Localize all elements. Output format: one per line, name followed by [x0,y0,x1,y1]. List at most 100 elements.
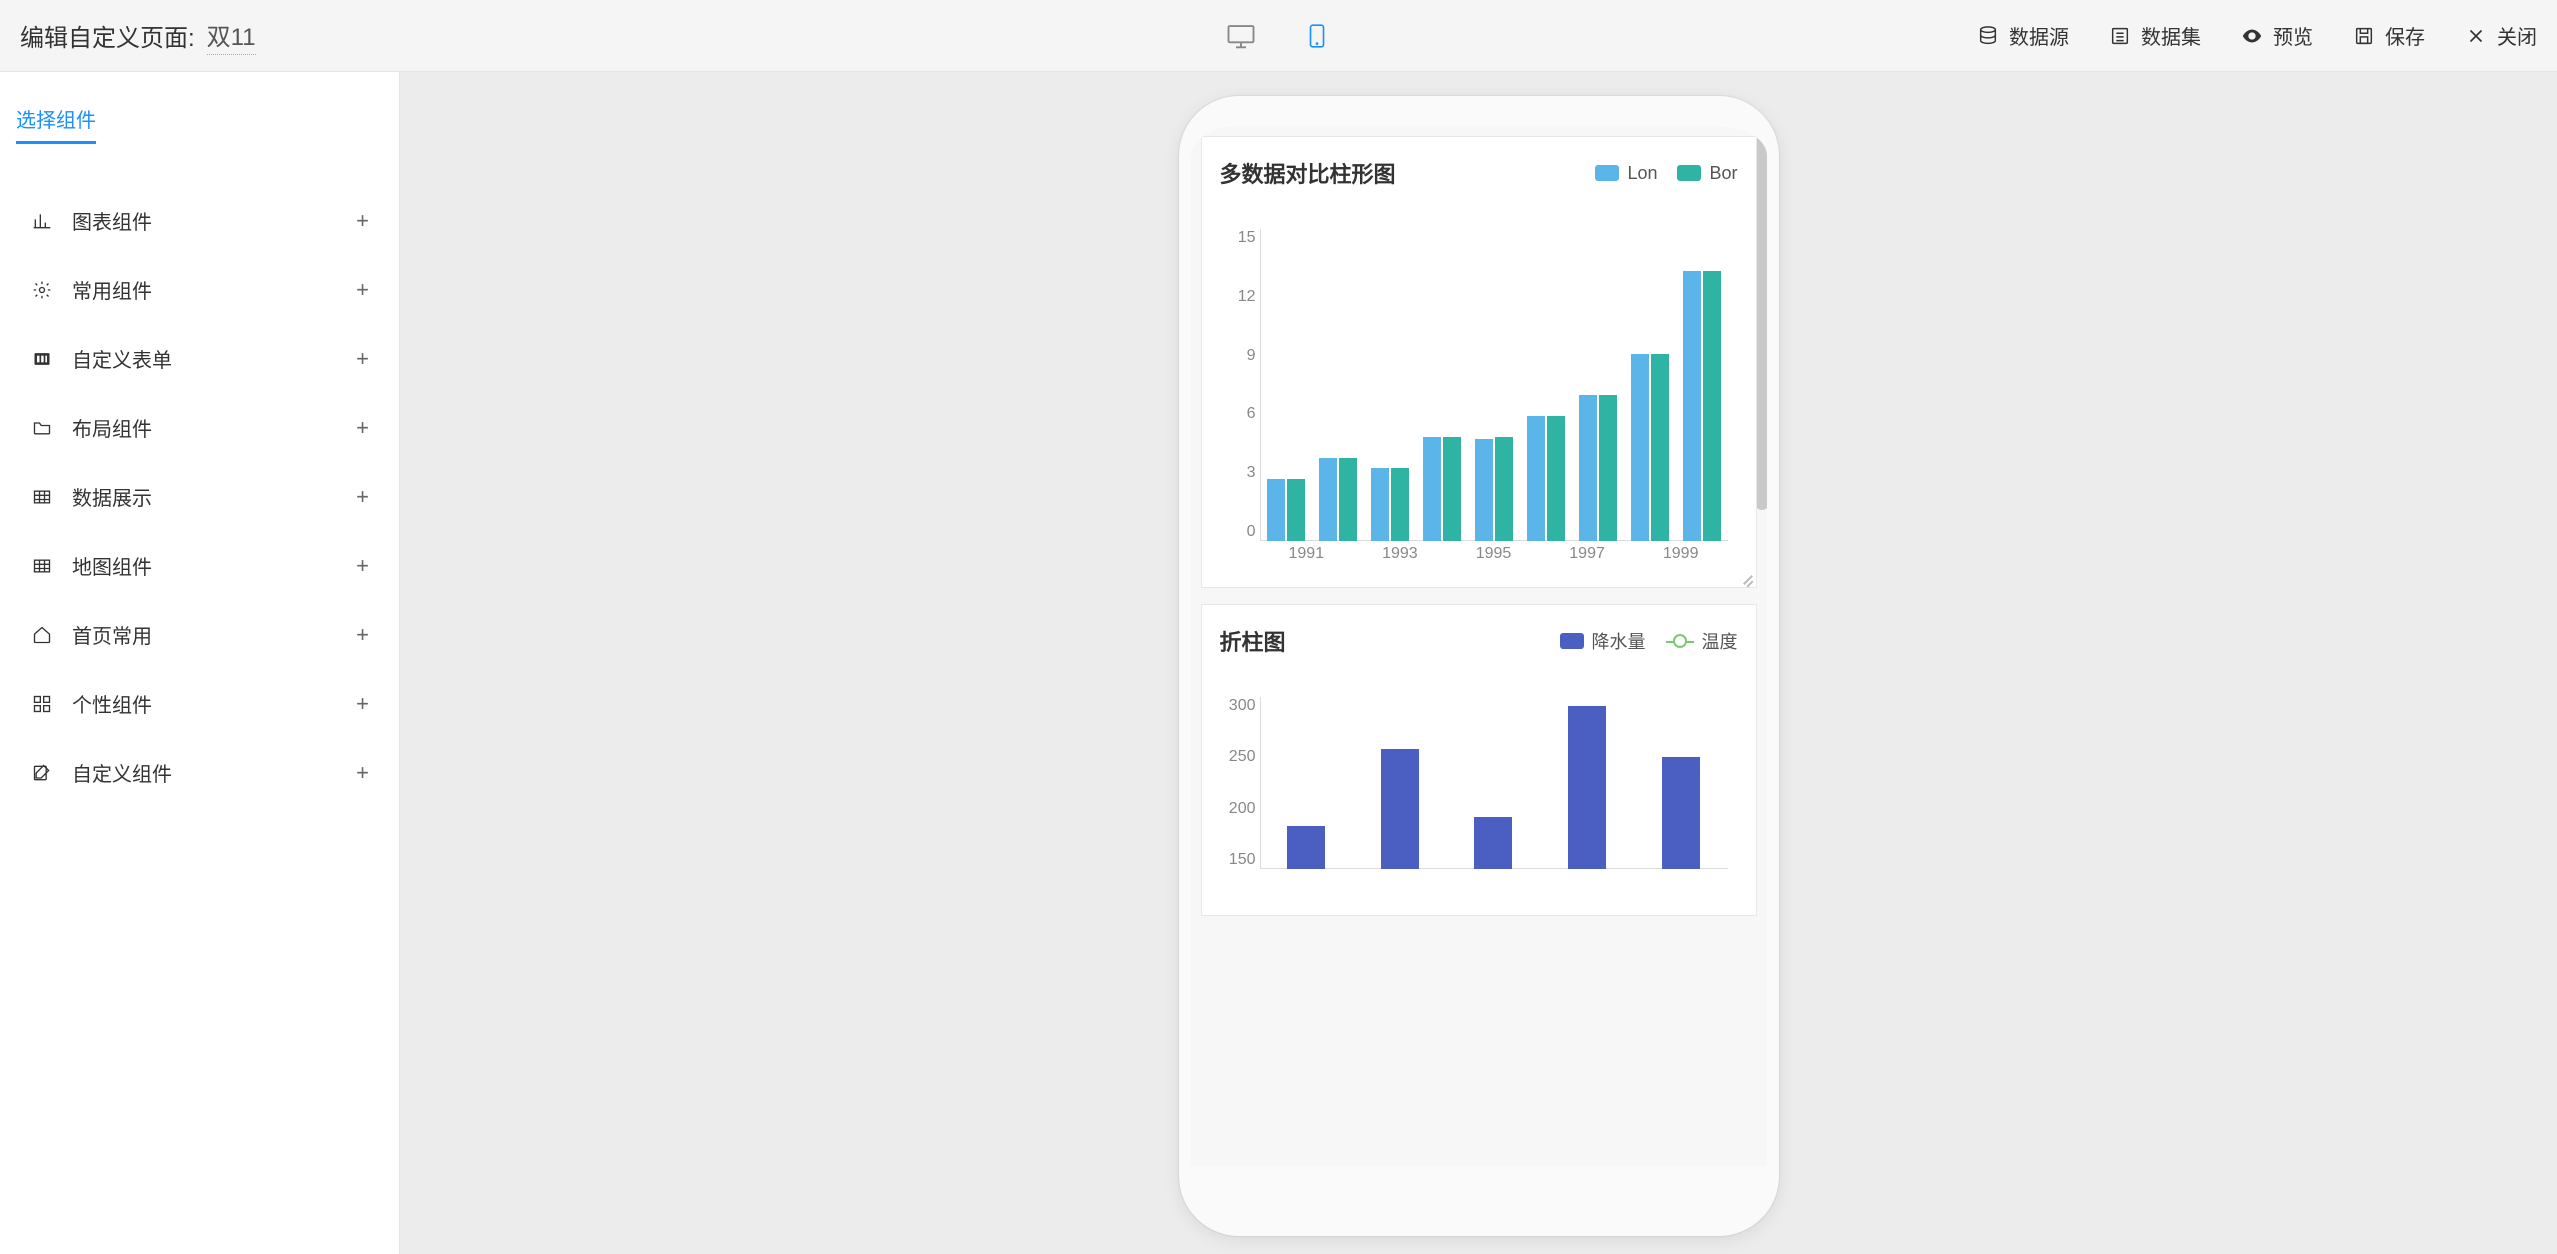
monitor-icon [1226,21,1256,51]
expand-icon: + [356,622,369,648]
bar[interactable] [1579,395,1597,541]
table-icon [30,487,54,507]
legend-item-lon[interactable]: Lon [1595,163,1657,184]
x-axis: 19911993199519971999 [1260,545,1728,569]
expand-icon: + [356,415,369,441]
bar[interactable] [1662,757,1700,869]
expand-icon: + [356,553,369,579]
header-actions: 数据源 数据集 预览 保存 关闭 [1977,21,2537,50]
bar[interactable] [1495,437,1513,541]
bars-container [1260,229,1728,541]
chart-legend: Lon Bor [1595,163,1737,184]
legend-swatch-icon [1677,165,1701,181]
legend-item-rainfall[interactable]: 降水量 [1560,628,1646,654]
bar[interactable] [1381,749,1419,869]
bar[interactable] [1703,271,1721,541]
y-axis: 15129630 [1220,229,1256,541]
bar[interactable] [1319,458,1337,541]
folder-icon [30,418,54,438]
close-button[interactable]: 关闭 [2465,21,2537,50]
sidebar-item-custom-form[interactable]: 自定义表单 + [0,324,399,393]
mobile-icon [1304,21,1330,51]
dataset-button[interactable]: 数据集 [2109,21,2201,50]
bar[interactable] [1683,271,1701,541]
bar[interactable] [1527,416,1545,541]
device-screen[interactable]: 多数据对比柱形图 Lon Bor 15129630 19911993199519… [1191,126,1767,1166]
eye-icon [2241,25,2263,47]
sidebar-item-data-display[interactable]: 数据展示 + [0,462,399,531]
sidebar-item-common[interactable]: 常用组件 + [0,255,399,324]
bar[interactable] [1443,437,1461,541]
sidebar-item-personal[interactable]: 个性组件 + [0,669,399,738]
sidebar-item-layout[interactable]: 布局组件 + [0,393,399,462]
bar[interactable] [1371,468,1389,541]
bar[interactable] [1631,354,1649,541]
chart-card-bar-line[interactable]: 折柱图 降水量 温度 300250200150 [1201,604,1757,916]
save-icon [2353,25,2375,47]
bar[interactable] [1287,479,1305,541]
legend-item-temperature[interactable]: 温度 [1666,628,1738,654]
list-icon [2109,25,2131,47]
page-title-label: 编辑自定义页面: [20,18,195,53]
sidebar-item-label: 自定义组件 [72,758,356,787]
gear-icon [30,280,54,300]
legend-item-bor[interactable]: Bor [1677,163,1737,184]
bar[interactable] [1547,416,1565,541]
sidebar-tab-select-components[interactable]: 选择组件 [16,96,96,144]
bar-group [1312,229,1364,541]
edit-icon [30,763,54,783]
editor-header: 编辑自定义页面: 双11 数据源 数据集 预览 保存 关闭 [0,0,2557,72]
bar[interactable] [1391,468,1409,541]
preview-button[interactable]: 预览 [2241,21,2313,50]
table-icon [30,556,54,576]
bar-group [1634,697,1728,869]
bar[interactable] [1267,479,1285,541]
bar-group [1540,697,1634,869]
datasource-button[interactable]: 数据源 [1977,21,2069,50]
sidebar-item-chart[interactable]: 图表组件 + [0,186,399,255]
component-sidebar: 选择组件 图表组件 + 常用组件 + 自定义表单 + 布局组件 + 数据展示 + [0,72,400,1254]
resize-handle-icon[interactable] [1738,569,1754,585]
bar[interactable] [1651,354,1669,541]
save-button[interactable]: 保存 [2353,21,2425,50]
bar[interactable] [1339,458,1357,541]
bar[interactable] [1475,439,1493,541]
device-mobile-button[interactable] [1299,18,1335,54]
bar-group [1353,697,1447,869]
bar[interactable] [1474,817,1512,869]
editor-canvas[interactable]: 多数据对比柱形图 Lon Bor 15129630 19911993199519… [400,72,2557,1254]
sidebar-item-label: 图表组件 [72,206,356,235]
mobile-device-frame: 多数据对比柱形图 Lon Bor 15129630 19911993199519… [1179,96,1779,1236]
bar-group [1624,229,1676,541]
bars-container [1260,697,1728,869]
bar[interactable] [1599,395,1617,541]
sidebar-item-label: 首页常用 [72,620,356,649]
sidebar-item-custom[interactable]: 自定义组件 + [0,738,399,807]
sidebar-item-label: 布局组件 [72,413,356,442]
expand-icon: + [356,484,369,510]
datasource-label: 数据源 [2009,21,2069,50]
chart-card-grouped-bar[interactable]: 多数据对比柱形图 Lon Bor 15129630 19911993199519… [1201,136,1757,588]
chart-plot-area: 300250200150 [1260,697,1728,897]
bar[interactable] [1423,437,1441,541]
sidebar-item-label: 常用组件 [72,275,356,304]
close-icon [2465,25,2487,47]
sidebar-item-label: 地图组件 [72,551,356,580]
sidebar-item-map[interactable]: 地图组件 + [0,531,399,600]
y-axis: 300250200150 [1220,697,1256,869]
legend-swatch-icon [1560,633,1584,649]
sidebar-item-homepage[interactable]: 首页常用 + [0,600,399,669]
component-category-list: 图表组件 + 常用组件 + 自定义表单 + 布局组件 + 数据展示 + 地图组件… [0,156,399,837]
save-label: 保存 [2385,21,2425,50]
expand-icon: + [356,760,369,786]
page-name-field[interactable]: 双11 [207,17,256,55]
bar-group [1676,229,1728,541]
legend-swatch-icon [1595,165,1619,181]
chart-title: 折柱图 [1220,625,1560,657]
expand-icon: + [356,208,369,234]
device-desktop-button[interactable] [1223,18,1259,54]
close-label: 关闭 [2497,21,2537,50]
bar-chart-icon [30,211,54,231]
bar[interactable] [1568,706,1606,869]
bar[interactable] [1287,826,1325,869]
